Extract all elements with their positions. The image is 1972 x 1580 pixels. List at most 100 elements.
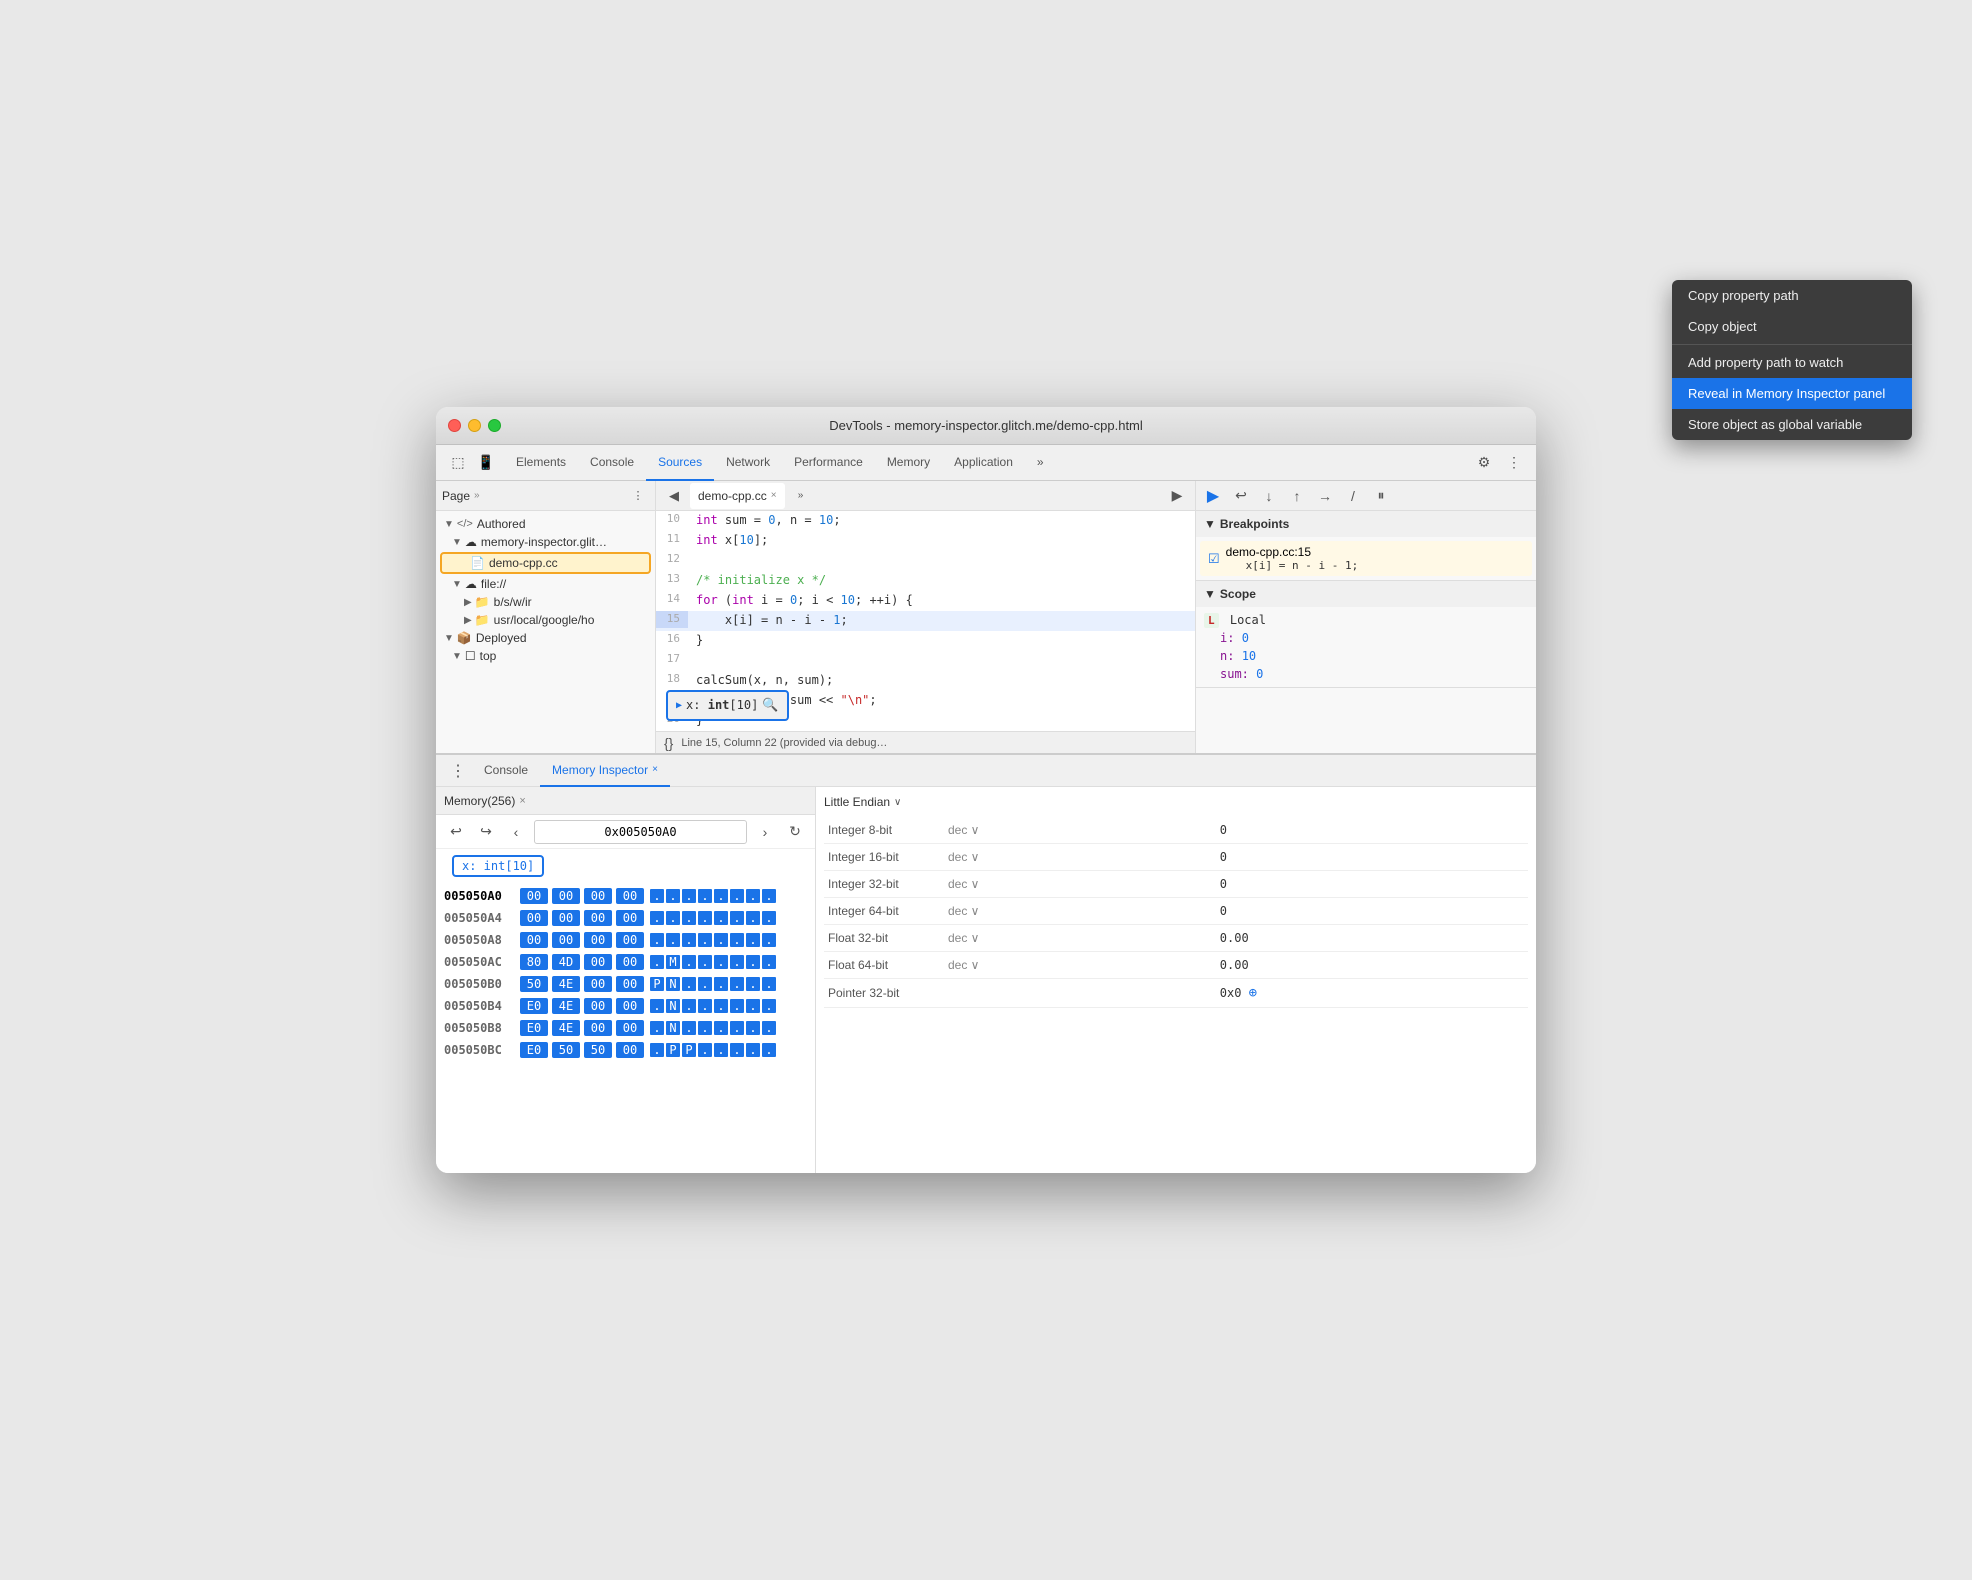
var-val: 0 <box>1242 631 1249 645</box>
hex-byte: 00 <box>616 910 644 926</box>
mem-prev-btn[interactable]: ‹ <box>504 820 528 844</box>
memory-window-close[interactable]: × <box>519 795 525 807</box>
format-cell[interactable]: dec ∨ <box>944 952 1216 979</box>
hex-char: . <box>730 955 744 969</box>
minimize-button[interactable] <box>468 419 481 432</box>
tree-item-bsw[interactable]: ▶ 📁 b/s/w/ir <box>436 593 655 611</box>
tab-network[interactable]: Network <box>714 445 782 481</box>
hex-char: . <box>650 911 664 925</box>
code-line-13: 13 /* initialize x */ <box>656 571 1195 591</box>
bottom-tab-memory-inspector[interactable]: Memory Inspector × <box>540 755 670 787</box>
settings-icon[interactable]: ⚙ <box>1470 449 1498 477</box>
hex-addr: 005050A8 <box>444 933 514 947</box>
hex-byte: 00 <box>584 888 612 904</box>
hex-byte: 00 <box>616 998 644 1014</box>
center-panel: ◀ demo-cpp.cc × » ▶ 10 int sum = 0, n = … <box>656 481 1196 753</box>
var-tooltip[interactable]: ▶ x: int[10] 🔍 <box>666 690 789 722</box>
hex-addr: 005050A4 <box>444 911 514 925</box>
data-row-ptr32: Pointer 32-bit 0x0 ⊕ <box>824 979 1528 1008</box>
tab-sources[interactable]: Sources <box>646 445 714 481</box>
cloud-icon: ☁ <box>465 535 477 549</box>
breakpoint-item[interactable]: ☑ demo-cpp.cc:15 x[i] = n - i - 1; <box>1200 541 1532 576</box>
pause-btn[interactable]: ⏸ <box>1368 483 1394 509</box>
value-cell: 0 <box>1216 844 1528 871</box>
mem-next-btn[interactable]: › <box>753 820 777 844</box>
code-area[interactable]: 10 int sum = 0, n = 10; 11 int x[10]; 12 <box>656 511 1195 731</box>
value-cell: 0.00 <box>1216 952 1528 979</box>
page-more[interactable]: » <box>474 490 480 501</box>
scope-header[interactable]: ▼ Scope <box>1196 581 1536 607</box>
endian-selector[interactable]: Little Endian ∨ <box>824 795 1528 809</box>
memory-inspector-tab-close[interactable]: × <box>652 764 658 775</box>
tree-item-authored[interactable]: ▼ </> Authored <box>436 515 655 533</box>
step-out-btn[interactable]: ↑ <box>1284 483 1310 509</box>
tree-item-glitch[interactable]: ▼ ☁ memory-inspector.glit… <box>436 533 655 551</box>
hex-char: . <box>650 1021 664 1035</box>
close-button[interactable] <box>448 419 461 432</box>
maximize-button[interactable] <box>488 419 501 432</box>
hex-byte: 00 <box>584 998 612 1014</box>
value-cell: 0 <box>1216 871 1528 898</box>
file-tab-demo-cpp[interactable]: demo-cpp.cc × <box>690 483 785 509</box>
nav-back-icon[interactable]: ◀ <box>660 482 688 510</box>
device-icon[interactable]: 📱 <box>472 449 500 477</box>
deactivate-btn[interactable]: / <box>1340 483 1366 509</box>
format-cell[interactable]: dec ∨ <box>944 817 1216 844</box>
file-tab-close[interactable]: × <box>771 490 777 501</box>
tab-more[interactable]: » <box>1025 445 1056 481</box>
hex-char: . <box>714 933 728 947</box>
step-into-btn[interactable]: ↓ <box>1256 483 1282 509</box>
tab-performance[interactable]: Performance <box>782 445 875 481</box>
tab-application[interactable]: Application <box>942 445 1025 481</box>
memory-inspector-tab-label: Memory Inspector <box>552 763 648 777</box>
more-options-icon[interactable]: ⋮ <box>1500 449 1528 477</box>
breakpoints-header[interactable]: ▼ Breakpoints <box>1196 511 1536 537</box>
hex-char: P <box>682 1043 696 1057</box>
format-cell[interactable]: dec ∨ <box>944 844 1216 871</box>
devtools-window: DevTools - memory-inspector.glitch.me/de… <box>436 407 1536 1173</box>
mem-refresh-btn[interactable]: ↻ <box>783 820 807 844</box>
bottom-menu-icon[interactable]: ⋮ <box>444 757 472 785</box>
data-row-int16: Integer 16-bit dec ∨ 0 <box>824 844 1528 871</box>
tree-item-deployed[interactable]: ▼ 📦 Deployed <box>436 629 655 647</box>
tree-item-demo-cpp[interactable]: 📄 demo-cpp.cc <box>440 552 651 574</box>
pointer-link-icon[interactable]: ⊕ <box>1249 985 1257 1001</box>
chevron-icon: ▼ <box>1204 587 1216 601</box>
bp-checkbox[interactable]: ☑ <box>1208 551 1220 567</box>
tree-label: demo-cpp.cc <box>489 556 558 570</box>
hex-row-2: 005050A8 00 00 00 00 . . . <box>444 929 807 951</box>
panel-menu-icon[interactable]: ⋮ <box>627 485 649 507</box>
hex-addr: 005050A0 <box>444 889 514 903</box>
tree-label: usr/local/google/ho <box>494 613 595 627</box>
tree-item-usr[interactable]: ▶ 📁 usr/local/google/ho <box>436 611 655 629</box>
var-key: sum: <box>1220 667 1256 681</box>
hex-char: . <box>762 911 776 925</box>
tab-memory[interactable]: Memory <box>875 445 942 481</box>
step-btn[interactable]: → <box>1312 483 1338 509</box>
tab-console[interactable]: Console <box>578 445 646 481</box>
hex-char: M <box>666 955 680 969</box>
tree-item-top[interactable]: ▼ ☐ top <box>436 647 655 665</box>
tab-elements[interactable]: Elements <box>504 445 578 481</box>
format-icon[interactable]: ▶ <box>1163 482 1191 510</box>
tree-item-file[interactable]: ▼ ☁ file:// <box>436 575 655 593</box>
inspect-icon[interactable]: ⬚ <box>444 449 472 477</box>
mem-forward-btn[interactable]: ↪ <box>474 820 498 844</box>
format-cell[interactable]: dec ∨ <box>944 871 1216 898</box>
code-line-18: 18 calcSum(x, n, sum); <box>656 671 1195 691</box>
hex-byte: 00 <box>616 976 644 992</box>
hex-byte: 00 <box>584 932 612 948</box>
chevron-icon: ▼ <box>452 579 462 590</box>
bottom-tab-console[interactable]: Console <box>472 755 540 787</box>
step-over-btn[interactable]: ↩ <box>1228 483 1254 509</box>
mem-address-input[interactable] <box>534 820 747 844</box>
format-cell[interactable]: dec ∨ <box>944 925 1216 952</box>
hex-char: . <box>730 933 744 947</box>
format-cell[interactable]: dec ∨ <box>944 898 1216 925</box>
hex-ascii: . N . . . . . . <box>650 1021 776 1035</box>
more-tabs-icon[interactable]: » <box>787 482 815 510</box>
window-title: DevTools - memory-inspector.glitch.me/de… <box>829 418 1143 433</box>
resume-btn[interactable]: ▶ <box>1200 483 1226 509</box>
mem-back-btn[interactable]: ↩ <box>444 820 468 844</box>
var-n: n: 10 <box>1204 647 1528 665</box>
